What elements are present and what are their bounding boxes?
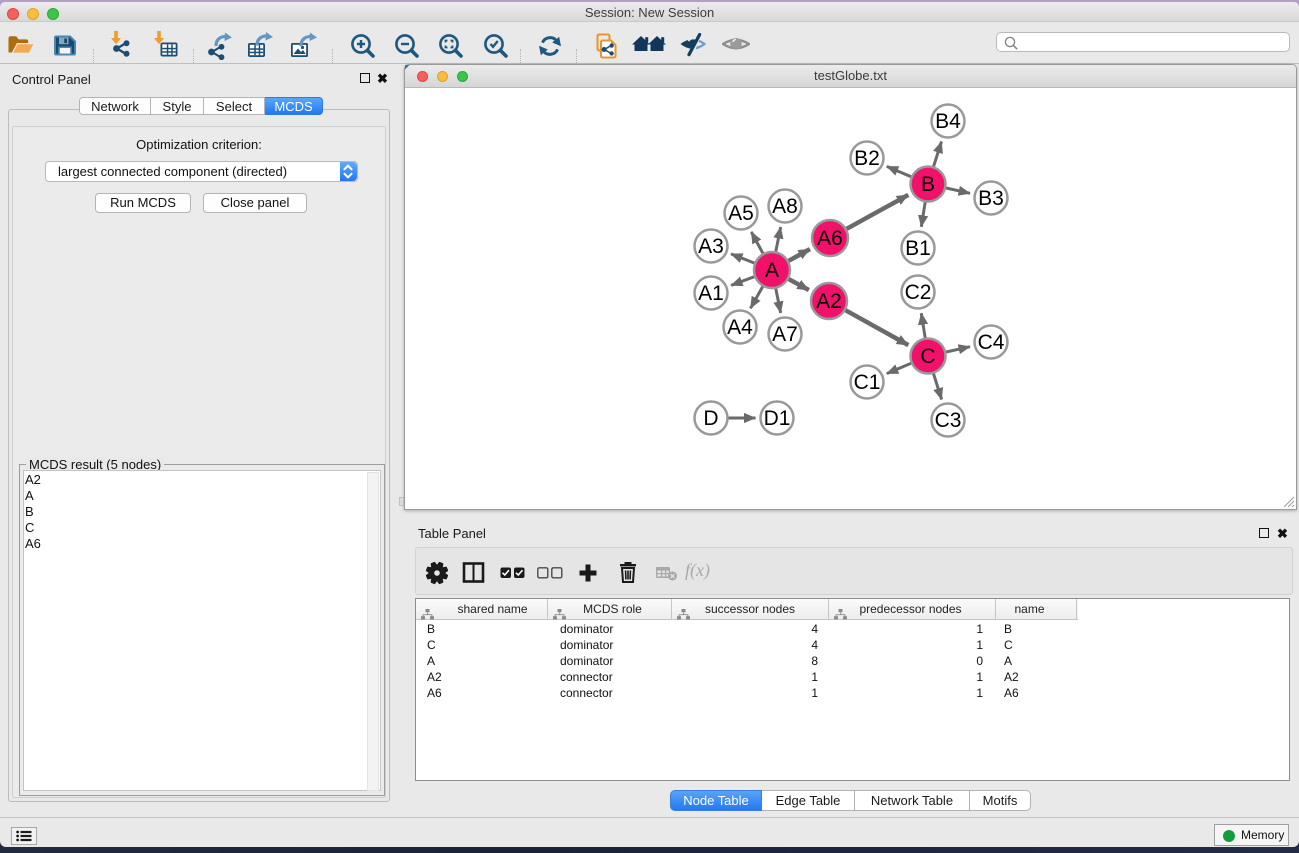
svg-text:A8: A8 — [772, 195, 798, 218]
svg-text:C1: C1 — [854, 371, 881, 394]
svg-text:A5: A5 — [728, 202, 754, 225]
svg-text:A6: A6 — [817, 227, 843, 250]
svg-text:B: B — [921, 173, 935, 196]
svg-text:B2: B2 — [854, 147, 880, 170]
svg-text:C2: C2 — [905, 281, 932, 304]
svg-text:A: A — [765, 259, 779, 282]
svg-text:D1: D1 — [764, 407, 791, 430]
svg-text:A2: A2 — [816, 290, 842, 313]
svg-text:B1: B1 — [905, 237, 931, 260]
svg-text:B3: B3 — [978, 187, 1004, 210]
svg-text:B4: B4 — [935, 110, 961, 133]
svg-text:A4: A4 — [727, 316, 753, 339]
svg-text:C3: C3 — [935, 409, 962, 432]
svg-text:A1: A1 — [698, 282, 724, 305]
svg-text:D: D — [703, 407, 718, 430]
svg-text:C4: C4 — [978, 331, 1005, 354]
svg-text:A7: A7 — [772, 323, 798, 346]
svg-text:C: C — [920, 345, 935, 368]
svg-text:A3: A3 — [698, 235, 724, 258]
